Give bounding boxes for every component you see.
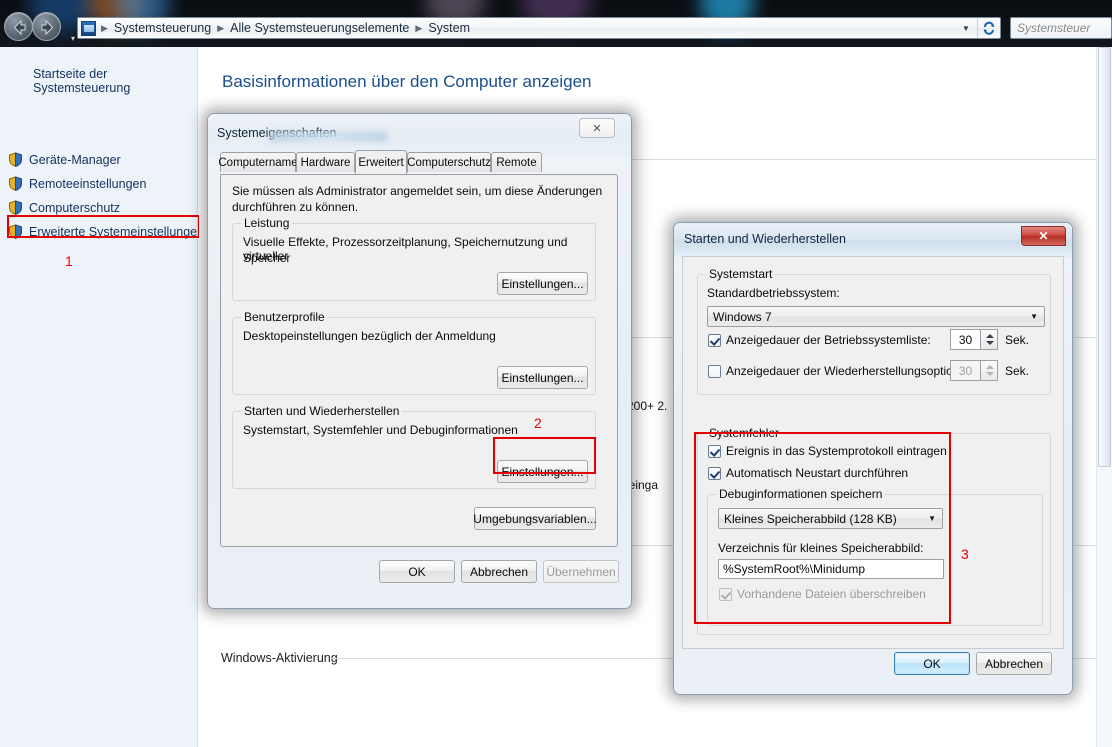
tab-computername[interactable]: Computername [218,152,298,172]
apply-button: Übernehmen [543,560,619,583]
recovery-timeout-checkbox[interactable] [708,365,721,378]
stepper-up-icon[interactable] [986,334,994,338]
stepper-up-icon [986,365,994,369]
recovery-timeout-input: 30 [950,360,981,381]
user-profiles-desc: Desktopeinstellungen bezüglich der Anmel… [243,329,496,343]
group-label-starten-wiederherstellen: Starten und Wiederherstellen [241,404,403,418]
annotation-highlight-2 [493,437,596,474]
back-arrow-icon[interactable] [4,12,33,41]
chevron-down-icon[interactable]: ▼ [956,18,976,38]
main-scrollbar[interactable] [1096,47,1112,747]
ok-button[interactable]: OK [379,560,455,583]
sidebar-item-label: Geräte-Manager [29,152,121,167]
scrollbar-thumb[interactable] [1098,47,1111,467]
explorer-titlebar: ▾ ▶ Systemsteuerung ▶ Alle Systemsteueru… [0,0,1112,47]
annotation-number-2: 2 [534,415,542,431]
breadcrumb-separator-2: ▶ [415,22,423,33]
breadcrumb-item-2[interactable]: System [424,21,474,35]
search-input[interactable]: Systemsteuer [1010,17,1112,39]
sidebar-item-label: Remoteeinstellungen [29,176,147,191]
stepper-down-icon [986,372,994,376]
tab-computerschutz[interactable]: Computerschutz [407,152,491,172]
annotation-number-1: 1 [65,253,73,269]
address-bar[interactable]: ▶ Systemsteuerung ▶ Alle Systemsteuerung… [77,17,1001,39]
sidebar-item-geraete-manager[interactable]: Geräte-Manager [8,150,121,169]
page-title: Basisinformationen über den Computer anz… [222,72,592,91]
navigation-buttons: ▾ [4,12,75,43]
tab-label: Computername [218,156,298,169]
group-label-systemstart: Systemstart [706,267,776,281]
sidebar-item-remoteeinstellungen[interactable]: Remoteeinstellungen [8,174,146,193]
refresh-icon[interactable] [977,18,999,38]
group-label-benutzerprofile: Benutzerprofile [241,310,328,324]
os-list-timeout-stepper[interactable] [981,329,998,350]
os-list-timeout-label: Anzeigedauer der Betriebssystemliste: [726,333,931,347]
tab-label: Remote [496,156,537,169]
breadcrumb-item-0[interactable]: Systemsteuerung [110,21,215,35]
admin-note-line-2: durchführen zu können. [232,200,359,214]
tab-remote[interactable]: Remote [491,152,542,172]
chevron-down-icon[interactable]: ▼ [1030,307,1038,326]
default-os-combobox[interactable]: Windows 7 ▼ [707,306,1045,327]
default-os-value: Windows 7 [713,309,772,324]
cancel-button[interactable]: Abbrechen [976,652,1052,675]
performance-desc-line-2: Speicher [243,251,291,265]
tab-hardware[interactable]: Hardware [296,152,355,172]
admin-note-line-1: Sie müssen als Administrator angemeldet … [232,184,603,198]
control-panel-icon [81,20,96,36]
sidebar-item-label: Computerschutz [29,200,121,215]
sidebar-item-control-panel-home[interactable]: Startseite der Systemsteuerung [33,67,197,95]
recovery-timeout-label: Anzeigedauer der Wiederherstellungsoptio… [726,364,977,378]
os-list-timeout-unit: Sek. [1005,333,1030,347]
close-icon[interactable]: ✕ [579,118,615,138]
tab-label: Computerschutz [407,156,491,169]
performance-settings-button[interactable]: Einstellungen... [497,272,588,295]
recovery-timeout-unit: Sek. [1005,364,1030,378]
startup-recovery-desc: Systemstart, Systemfehler und Debuginfor… [243,423,518,437]
group-label-leistung: Leistung [241,216,293,230]
section-heading-windows-aktivierung: Windows-Aktivierung [221,651,338,665]
os-list-timeout-checkbox[interactable] [708,334,721,347]
tab-label: Erweitert [358,156,404,169]
breadcrumb-separator-0: ▶ [101,22,108,33]
performance-desc-line-1: Visuelle Effekte, Prozessorzeitplanung, … [243,235,568,263]
ok-button[interactable]: OK [894,652,970,675]
breadcrumb-item-1[interactable]: Alle Systemsteuerungselemente [226,21,413,35]
breadcrumb-separator-1: ▶ [217,22,225,33]
shield-icon [8,200,23,215]
tab-page-erweitert: Sie müssen als Administrator angemeldet … [220,174,618,547]
close-icon[interactable]: ✕ [1021,226,1066,246]
group-systemstart: Systemstart Standardbetriebssystem: Wind… [697,267,1051,395]
user-profiles-settings-button[interactable]: Einstellungen... [497,366,588,389]
forward-arrow-icon[interactable] [32,12,61,41]
shield-icon [8,152,23,167]
annotation-number-3: 3 [961,546,969,562]
environment-variables-button[interactable]: Umgebungsvariablen... [473,507,597,530]
tab-strip: Computername Hardware Erweitert Computer… [218,150,618,176]
dialog-title: Starten und Wiederherstellen [684,232,846,246]
os-list-timeout-input[interactable]: 30 [950,329,981,350]
group-benutzerprofile: Benutzerprofile Desktopeinstellungen bez… [232,310,596,395]
recovery-timeout-stepper [981,360,998,381]
background-text-fragment-1: 200+ 2. [627,399,668,413]
tab-erweitert[interactable]: Erweitert [355,150,407,174]
group-leistung: Leistung Visuelle Effekte, Prozessorzeit… [232,216,596,301]
annotation-highlight-1 [7,215,200,238]
annotation-highlight-3 [694,432,951,624]
system-properties-dialog: Systemeigenschaften ✕ Computername Hardw… [207,113,632,609]
default-os-label: Standardbetriebssystem: [707,286,840,300]
shield-icon [8,176,23,191]
sidebar: Startseite der Systemsteuerung Geräte-Ma… [0,47,204,747]
tab-label: Hardware [300,156,351,169]
stepper-down-icon[interactable] [986,341,994,345]
cancel-button[interactable]: Abbrechen [461,560,537,583]
redacted-text-blur [269,131,387,142]
